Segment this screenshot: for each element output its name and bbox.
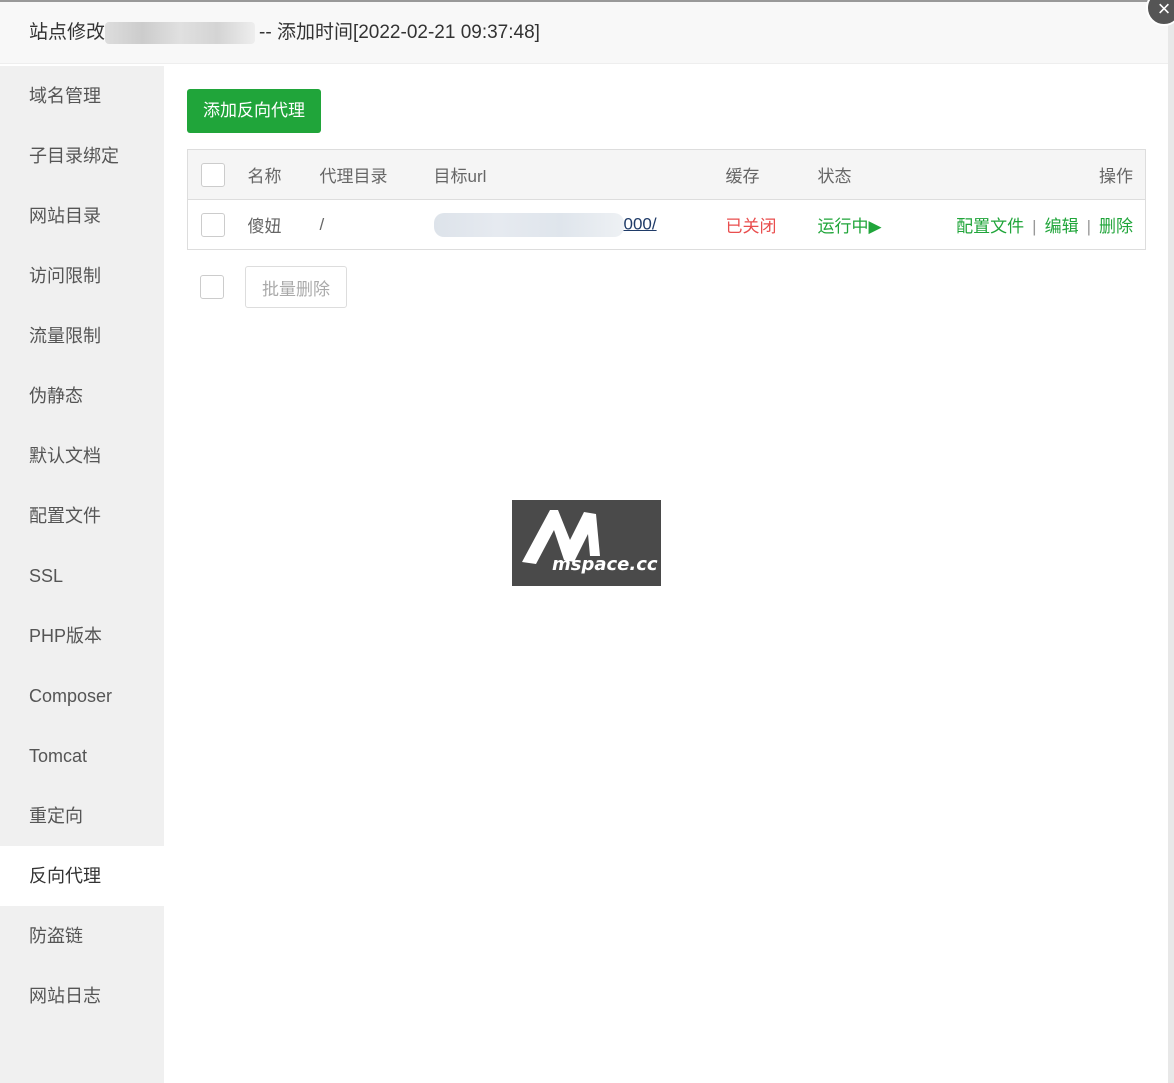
sidebar-item-composer[interactable]: Composer	[0, 666, 164, 726]
add-reverse-proxy-button[interactable]: 添加反向代理	[187, 89, 321, 133]
config-file-link[interactable]: 配置文件	[956, 217, 1024, 236]
header-cache: 缓存	[725, 149, 818, 200]
row-name: 傻妞	[247, 217, 282, 236]
batch-select-checkbox[interactable]	[200, 275, 224, 299]
row-cache-status[interactable]: 已关闭	[726, 200, 818, 250]
header-status: 状态	[817, 149, 918, 200]
sidebar-item-access-limit[interactable]: 访问限制	[0, 246, 164, 306]
sidebar-item-site-dir[interactable]: 网站目录	[0, 186, 164, 246]
separator: |	[1032, 217, 1037, 236]
sidebar-item-php[interactable]: PHP版本	[0, 606, 164, 666]
header-dir: 代理目录	[319, 149, 434, 200]
sidebar-item-site-log[interactable]: 网站日志	[0, 966, 164, 1026]
edit-link[interactable]: 编辑	[1045, 217, 1079, 236]
row-checkbox[interactable]	[201, 212, 225, 237]
header-url: 目标url	[433, 149, 726, 200]
sidebar-item-redirect[interactable]: 重定向	[0, 786, 164, 846]
sidebar-item-subdir[interactable]: 子目录绑定	[0, 126, 164, 186]
batch-delete-button[interactable]: 批量删除	[245, 266, 347, 308]
header-name: 名称	[247, 149, 320, 200]
sidebar: 域名管理 子目录绑定 网站目录 访问限制 流量限制 伪静态 默认文档 配置文件 …	[0, 66, 164, 1083]
sidebar-item-rewrite[interactable]: 伪静态	[0, 366, 164, 426]
watermark-m-icon: mspace.cc	[522, 510, 658, 575]
watermark-logo: mspace.cc	[512, 500, 661, 586]
proxy-table: 名称 代理目录 目标url 缓存 状态 操作 傻妞 / 000/ 已关闭 运行中…	[187, 149, 1146, 250]
row-url-link[interactable]: 000/	[624, 214, 657, 233]
row-dir: /	[319, 214, 325, 234]
title-suffix: -- 添加时间[2022-02-21 09:37:48]	[259, 21, 540, 43]
batch-bar: 批量删除	[187, 266, 1146, 308]
separator: |	[1086, 217, 1091, 236]
redacted-url	[433, 212, 624, 237]
sidebar-item-default-doc[interactable]: 默认文档	[0, 426, 164, 486]
main-panel: 添加反向代理 名称 代理目录 目标url 缓存 状态 操作 傻妞 / 000/ …	[187, 89, 1146, 308]
redacted-site-name	[105, 21, 256, 44]
sidebar-item-traffic-limit[interactable]: 流量限制	[0, 306, 164, 366]
sidebar-item-reverse-proxy[interactable]: 反向代理	[0, 846, 164, 906]
sidebar-item-tomcat[interactable]: Tomcat	[0, 726, 164, 786]
sidebar-item-domain[interactable]: 域名管理	[0, 66, 164, 126]
table-row: 傻妞 / 000/ 已关闭 运行中▶ 配置文件 | 编辑 | 删除	[188, 200, 1146, 250]
sidebar-item-config[interactable]: 配置文件	[0, 486, 164, 546]
select-all-checkbox[interactable]	[201, 162, 225, 187]
site-edit-dialog: 站点修改 -- 添加时间[2022-02-21 09:37:48] × 域名管理…	[0, 0, 1174, 1083]
delete-link[interactable]: 删除	[1099, 217, 1133, 236]
row-run-status[interactable]: 运行中▶	[818, 200, 918, 250]
sidebar-item-hotlink[interactable]: 防盗链	[0, 906, 164, 966]
title-prefix: 站点修改	[29, 21, 106, 43]
header-actions: 操作	[917, 149, 1146, 200]
sidebar-item-ssl[interactable]: SSL	[0, 546, 164, 606]
table-header: 名称 代理目录 目标url 缓存 状态 操作	[187, 149, 1146, 200]
svg-text:mspace.cc: mspace.cc	[552, 554, 658, 575]
dialog-title: 站点修改 -- 添加时间[2022-02-21 09:37:48]	[0, 2, 1168, 64]
